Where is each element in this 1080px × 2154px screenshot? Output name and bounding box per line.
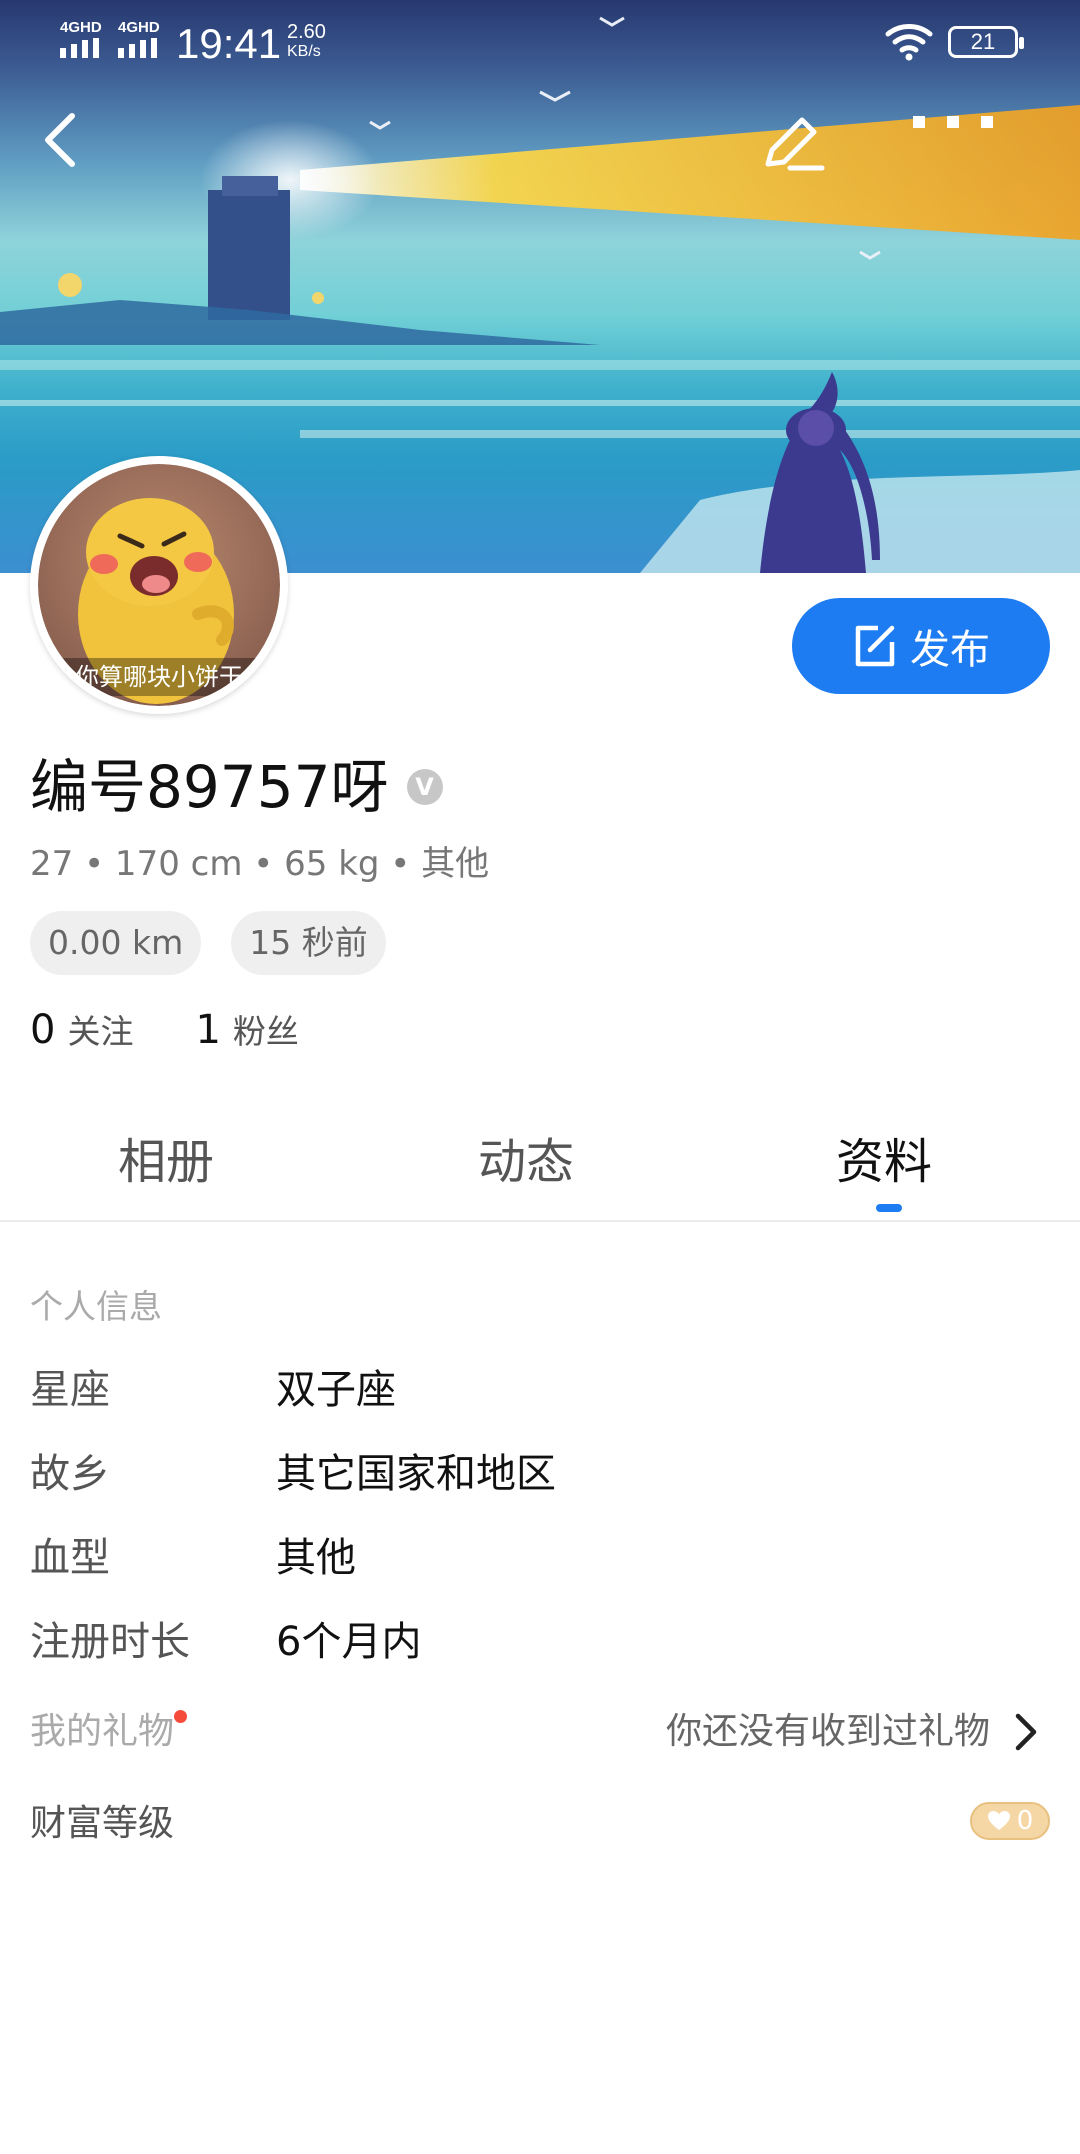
wealth-level-row[interactable]: 财富等级 0	[30, 1794, 1050, 1854]
signal-type-1: 4GHD	[60, 19, 102, 36]
followers-label: 粉丝	[232, 1012, 299, 1051]
tab-moments[interactable]: 动态	[478, 1122, 574, 1202]
followers-count: 1	[195, 1007, 221, 1053]
more-dots-icon	[913, 116, 993, 128]
active-tab-indicator	[876, 1204, 902, 1212]
network-speed: 2.60	[287, 21, 326, 43]
gift-label: 我的礼物	[30, 1711, 175, 1752]
info-label: 注册时长	[30, 1619, 190, 1665]
profile-tabs: 相册 动态 资料	[0, 1122, 1080, 1222]
my-gifts-row[interactable]: 我的礼物 你还没有收到过礼物	[30, 1702, 1050, 1762]
profile-nickname: 编号89757呀 V	[30, 752, 443, 822]
publish-button[interactable]: 发布	[792, 598, 1050, 694]
wealth-level-value: 0	[1016, 1806, 1034, 1836]
info-value: 6个月内	[276, 1619, 422, 1665]
following-stat[interactable]: 0 关注	[30, 1005, 133, 1053]
section-title-personal-info: 个人信息	[30, 1287, 162, 1326]
follow-stats: 0 关注 1 粉丝	[30, 1005, 299, 1053]
back-button[interactable]	[40, 110, 120, 190]
wealth-label: 财富等级	[30, 1803, 175, 1844]
tab-profile-info[interactable]: 资料	[836, 1122, 932, 1202]
signal-strength-2-icon	[118, 38, 157, 58]
edit-profile-button[interactable]	[760, 112, 850, 192]
distance-chip: 0.00 km	[30, 911, 202, 975]
info-label: 故乡	[30, 1451, 110, 1497]
tab-album[interactable]: 相册	[118, 1122, 214, 1202]
status-time: 19:41	[176, 20, 282, 67]
signal-strength-1-icon	[60, 38, 99, 58]
profile-attributes: 27 • 170 cm • 65 kg • 其他	[30, 844, 490, 884]
signal-type-2: 4GHD	[118, 19, 160, 36]
battery-indicator: 21	[948, 26, 1024, 58]
nickname-text: 编号89757呀	[30, 753, 389, 821]
info-value: 其它国家和地区	[276, 1451, 556, 1497]
edit-square-icon	[855, 625, 895, 667]
last-active-chip: 15 秒前	[231, 911, 386, 975]
avatar-caption: 你算哪块小饼干	[38, 658, 280, 696]
info-value: 双子座	[276, 1367, 396, 1413]
following-label: 关注	[67, 1012, 134, 1051]
followers-stat[interactable]: 1 粉丝	[195, 1005, 298, 1053]
wealth-level-badge: 0	[970, 1802, 1050, 1840]
avatar[interactable]: 你算哪块小饼干	[30, 456, 288, 714]
battery-level: 21	[970, 29, 996, 54]
pencil-icon	[765, 117, 825, 171]
gift-status: 你还没有收到过礼物	[665, 1711, 990, 1752]
publish-label: 发布	[910, 627, 990, 673]
status-bar: 4GHD 4GHD 19:41 2.60 KB/s 21	[0, 0, 1080, 90]
info-label: 星座	[30, 1367, 110, 1413]
more-options-button[interactable]	[910, 112, 1020, 192]
chevron-right-icon	[1015, 1713, 1037, 1751]
chevron-left-icon	[45, 113, 75, 167]
profile-chips: 0.00 km 15 秒前	[30, 911, 386, 975]
info-label: 血型	[30, 1535, 110, 1581]
avatar-image: 你算哪块小饼干	[38, 464, 280, 706]
following-count: 0	[30, 1007, 56, 1053]
network-speed-unit: KB/s	[287, 43, 321, 60]
info-value: 其他	[276, 1535, 356, 1581]
notification-dot	[174, 1710, 187, 1723]
heart-icon	[987, 1811, 1010, 1830]
verify-badge: V	[406, 769, 443, 805]
